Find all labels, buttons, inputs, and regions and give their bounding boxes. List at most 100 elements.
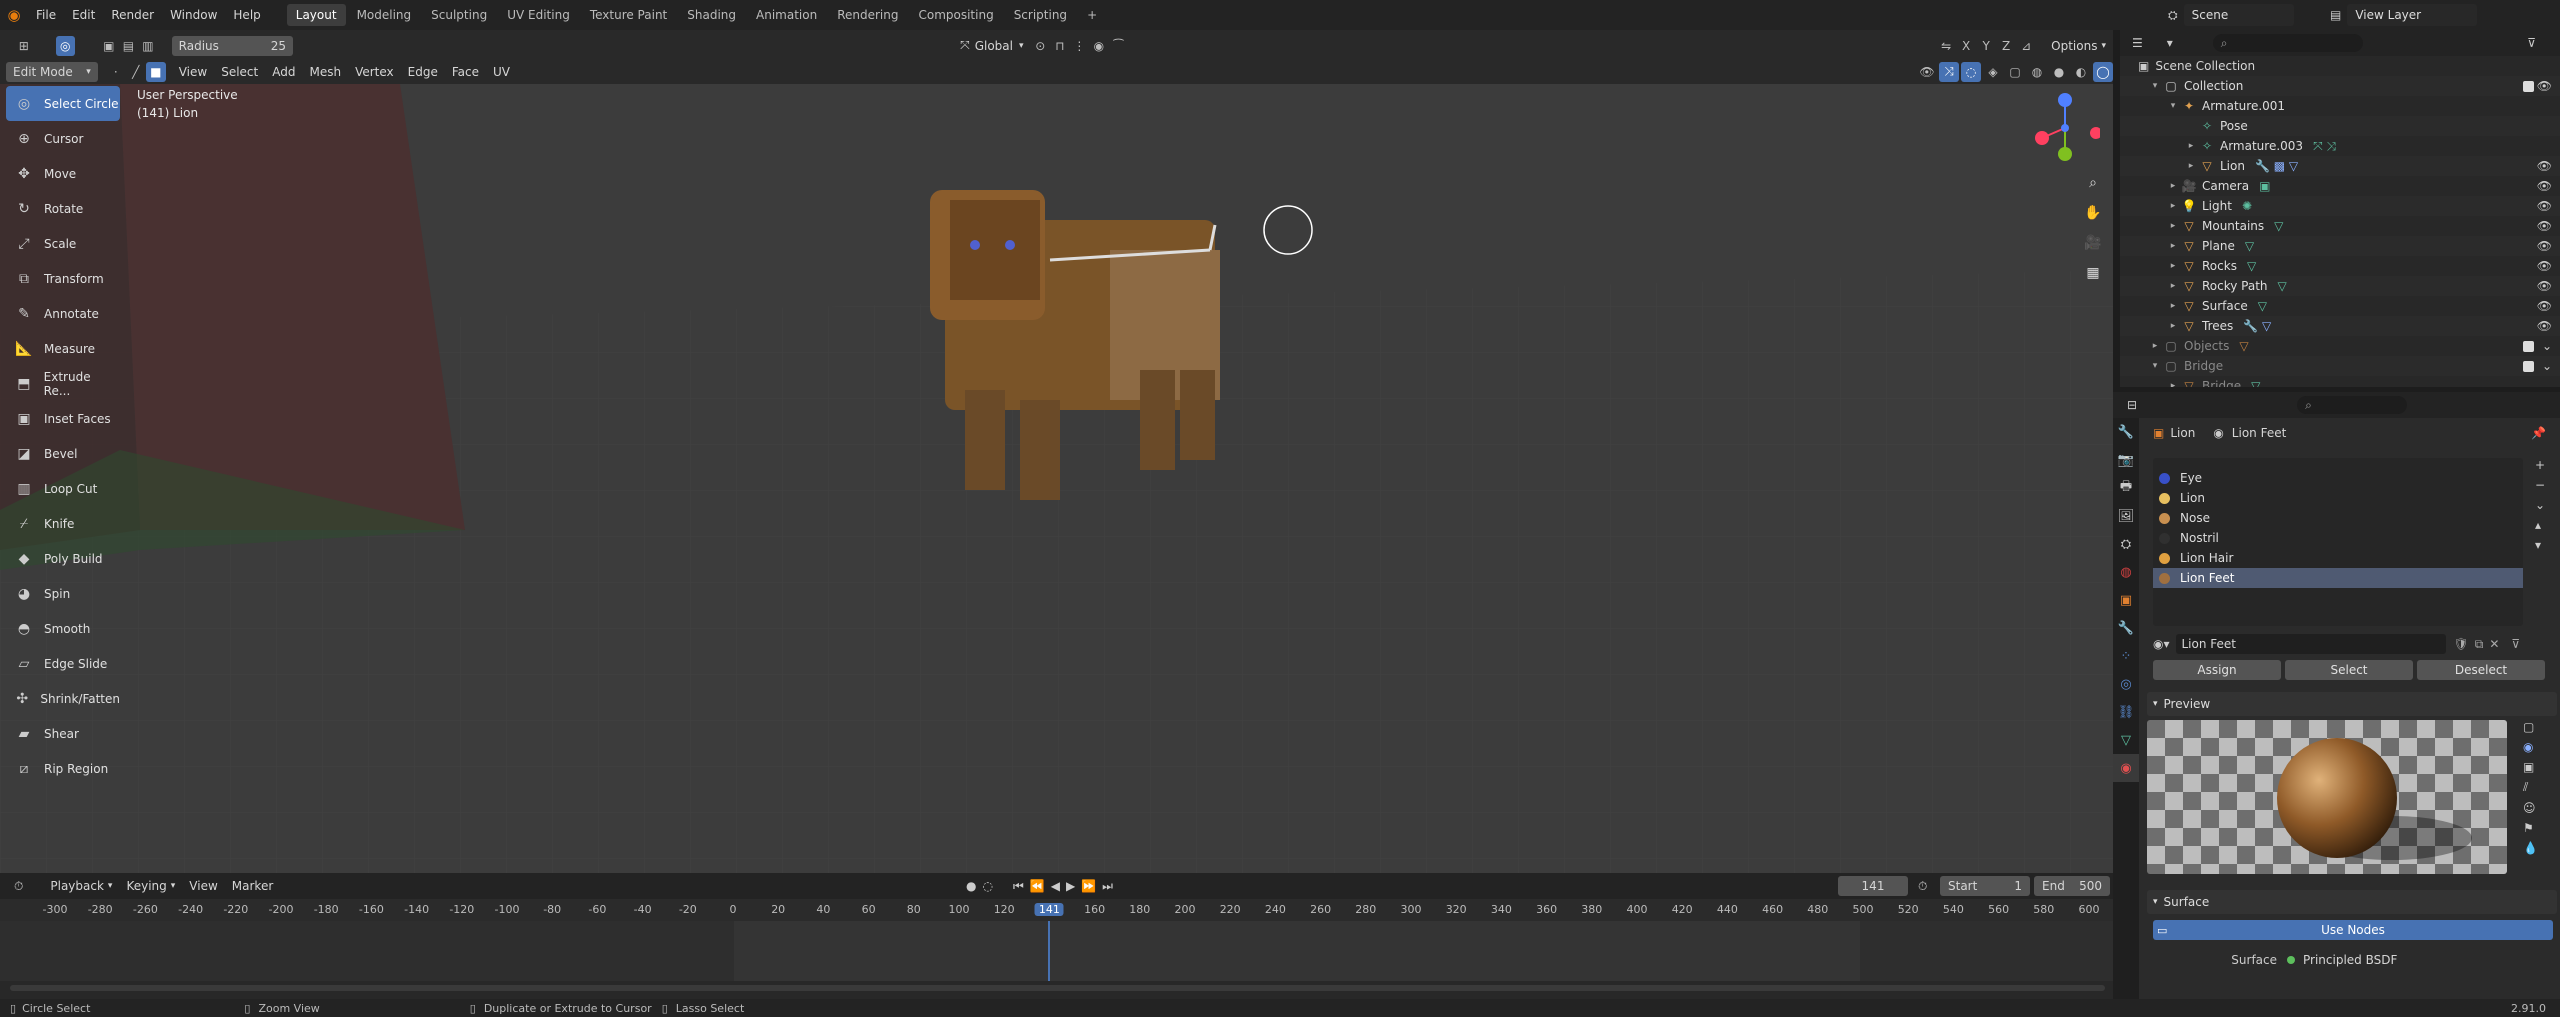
particles-tab-icon[interactable]: ⁘ bbox=[2113, 642, 2139, 670]
eye-icon[interactable]: 👁 bbox=[2537, 219, 2552, 233]
vertex-select-icon[interactable]: ⋅ bbox=[106, 62, 126, 82]
jump-end-icon[interactable]: ⏭ bbox=[1102, 879, 1113, 894]
tool-inset-faces[interactable]: ▣ Inset Faces bbox=[6, 401, 120, 436]
play-icon[interactable]: ▶ bbox=[1066, 879, 1075, 894]
preview-cloth-icon[interactable]: ⚑ bbox=[2523, 821, 2538, 835]
expand-icon[interactable]: ▾ bbox=[2148, 361, 2162, 371]
end-frame-field[interactable]: End 500 bbox=[2034, 876, 2110, 896]
tool-transform[interactable]: ⧉ Transform bbox=[6, 261, 120, 296]
expand-icon[interactable]: ▸ bbox=[2184, 161, 2198, 171]
tab-scripting[interactable]: Scripting bbox=[1005, 4, 1076, 26]
mirror-z-toggle[interactable]: Z bbox=[1996, 36, 2016, 56]
tab-shading[interactable]: Shading bbox=[678, 4, 745, 26]
outliner-row-rocky-path[interactable]: ▸ ▽ Rocky Path ▽ 👁 bbox=[2120, 276, 2560, 296]
view-layer-field[interactable]: View Layer bbox=[2347, 4, 2478, 26]
menu-add[interactable]: Add bbox=[265, 62, 302, 82]
tab-sculpting[interactable]: Sculpting bbox=[422, 4, 496, 26]
outliner-row-armature-001[interactable]: ▾ ✦ Armature.001 bbox=[2120, 96, 2560, 116]
camera-view-icon[interactable]: 🎥 bbox=[2080, 230, 2106, 256]
tab-texture-paint[interactable]: Texture Paint bbox=[581, 4, 676, 26]
proportional-edit-icon[interactable]: ◉ bbox=[1089, 36, 1109, 56]
tool-shrink-fatten[interactable]: ✣ Shrink/Fatten bbox=[6, 681, 120, 716]
material-name-field[interactable]: Lion Feet bbox=[2175, 634, 2446, 654]
output-tab-icon[interactable]: 🖶 bbox=[2113, 474, 2139, 502]
view-layer-selector[interactable]: ▤ View Layer bbox=[2330, 4, 2478, 26]
outliner-row-plane[interactable]: ▸ ▽ Plane ▽ 👁 bbox=[2120, 236, 2560, 256]
select-mode-extend-icon[interactable]: ▤ bbox=[119, 36, 139, 56]
eye-icon[interactable]: 👁 bbox=[2537, 199, 2552, 213]
eye-icon[interactable]: 👁 bbox=[2537, 79, 2552, 93]
fake-user-icon[interactable]: 🛡 bbox=[2454, 637, 2469, 651]
deselect-button[interactable]: Deselect bbox=[2417, 660, 2545, 680]
preview-cube-icon[interactable]: ▣ bbox=[2523, 760, 2538, 774]
tool-edge-slide[interactable]: ▱ Edge Slide bbox=[6, 646, 120, 681]
tool-rotate[interactable]: ↻ Rotate bbox=[6, 191, 120, 226]
unlink-material-icon[interactable]: ✕ bbox=[2489, 637, 2499, 651]
perspective-grid-icon[interactable]: ▦ bbox=[2080, 260, 2106, 286]
select-circle-tool-icon[interactable]: ◎ bbox=[55, 35, 76, 56]
snap-target-icon[interactable]: ⋮ bbox=[1070, 36, 1090, 56]
add-slot-icon[interactable]: + bbox=[2535, 458, 2553, 472]
scene-selector[interactable]: ⛭ Scene bbox=[2168, 4, 2294, 26]
expand-icon[interactable]: ▸ bbox=[2166, 381, 2180, 387]
tool-spin[interactable]: ◕ Spin bbox=[6, 576, 120, 611]
menu-keying[interactable]: Keying ▾ bbox=[119, 876, 182, 896]
physics-tab-icon[interactable]: ◎ bbox=[2113, 670, 2139, 698]
edge-select-icon[interactable]: ╱ bbox=[126, 62, 146, 82]
material-browse-icon[interactable]: ◉▾ bbox=[2153, 637, 2170, 651]
preview-panel-header[interactable]: ▾ Preview bbox=[2147, 692, 2557, 716]
move-up-icon[interactable]: ▴ bbox=[2535, 518, 2553, 532]
outliner-row-bridge[interactable]: ▸ ▽ Bridge ▽ ⌄ bbox=[2120, 376, 2560, 387]
expand-icon[interactable]: ▸ bbox=[2166, 221, 2180, 231]
tool-smooth[interactable]: ◓ Smooth bbox=[6, 611, 120, 646]
view-layer-tab-icon[interactable]: 🖼 bbox=[2113, 502, 2139, 530]
tool-shear[interactable]: ▰ Shear bbox=[6, 716, 120, 751]
material-slot-eye[interactable]: Eye bbox=[2153, 468, 2523, 488]
preview-range-icon[interactable]: ⏱ bbox=[1918, 879, 1927, 894]
add-workspace-button[interactable]: + bbox=[1078, 4, 1106, 26]
tool-move[interactable]: ✥ Move bbox=[6, 156, 120, 191]
eye-icon[interactable]: ⌄ bbox=[2542, 359, 2552, 373]
render-tab-icon[interactable]: 📷 bbox=[2113, 446, 2139, 474]
pin-icon[interactable]: 📌 bbox=[2531, 426, 2546, 440]
outliner-row-bridge-collection[interactable]: ▾ ▢ Bridge ⌄ bbox=[2120, 356, 2560, 376]
orientation-dropdown[interactable]: ⤧ Global ▾ bbox=[953, 36, 1030, 56]
eye-icon[interactable]: 👁 bbox=[2537, 319, 2552, 333]
constraints-tab-icon[interactable]: ⛓ bbox=[2113, 698, 2139, 726]
exclude-checkbox[interactable] bbox=[2523, 360, 2534, 372]
outliner-row-collection[interactable]: ▾ ▢ Collection 👁 bbox=[2120, 76, 2560, 96]
eye-icon[interactable]: ⌄ bbox=[2542, 379, 2552, 387]
eye-icon[interactable]: 👁 bbox=[2537, 279, 2552, 293]
scene-tab-icon[interactable]: ⛭ bbox=[2113, 530, 2139, 558]
expand-icon[interactable]: ▸ bbox=[2166, 281, 2180, 291]
next-keyframe-icon[interactable]: ⏩ bbox=[1081, 879, 1096, 894]
outliner-row-surface[interactable]: ▸ ▽ Surface ▽ 👁 bbox=[2120, 296, 2560, 316]
tool-select-circle[interactable]: ◎ Select Circle bbox=[6, 86, 120, 121]
expand-icon[interactable]: ▾ bbox=[2166, 101, 2180, 111]
menu-mesh[interactable]: Mesh bbox=[302, 62, 348, 82]
radius-field[interactable]: Radius 25 bbox=[171, 35, 294, 56]
menu-edit[interactable]: Edit bbox=[64, 0, 103, 30]
eye-icon[interactable]: 👁 bbox=[2537, 259, 2552, 273]
overlay-toggle-icon[interactable]: ◌ bbox=[1961, 61, 1981, 82]
select-mode-new-icon[interactable]: ▣ bbox=[99, 36, 119, 56]
timeline-track-area[interactable] bbox=[0, 921, 2113, 981]
eye-icon[interactable]: 👁 bbox=[2537, 179, 2552, 193]
preview-fluid-icon[interactable]: 💧 bbox=[2523, 841, 2538, 855]
outliner-row-objects[interactable]: ▸ ▢ Objects ▽ ⌄ bbox=[2120, 336, 2560, 356]
expand-icon[interactable]: ▸ bbox=[2166, 321, 2180, 331]
material-slot-nose[interactable]: Nose bbox=[2153, 508, 2523, 528]
outliner-row-rocks[interactable]: ▸ ▽ Rocks ▽ 👁 bbox=[2120, 256, 2560, 276]
display-mode-icon[interactable]: ▾ bbox=[2167, 36, 2173, 50]
expand-icon[interactable]: ▸ bbox=[2166, 241, 2180, 251]
tool-tab-icon[interactable]: 🔧 bbox=[2113, 418, 2139, 446]
tool-cursor[interactable]: ⊕ Cursor bbox=[6, 121, 120, 156]
tool-bevel[interactable]: ◪ Bevel bbox=[6, 436, 120, 471]
expand-icon[interactable]: ▸ bbox=[2166, 261, 2180, 271]
timeline-scrollbar[interactable] bbox=[10, 985, 2105, 991]
world-tab-icon[interactable]: ◍ bbox=[2113, 558, 2139, 586]
wireframe-shading-icon[interactable]: ◍ bbox=[2027, 62, 2047, 82]
modifier-tab-icon[interactable]: 🔧 bbox=[2113, 614, 2139, 642]
tool-annotate[interactable]: ✎ Annotate bbox=[6, 296, 120, 331]
expand-icon[interactable]: ▾ bbox=[2148, 81, 2162, 91]
